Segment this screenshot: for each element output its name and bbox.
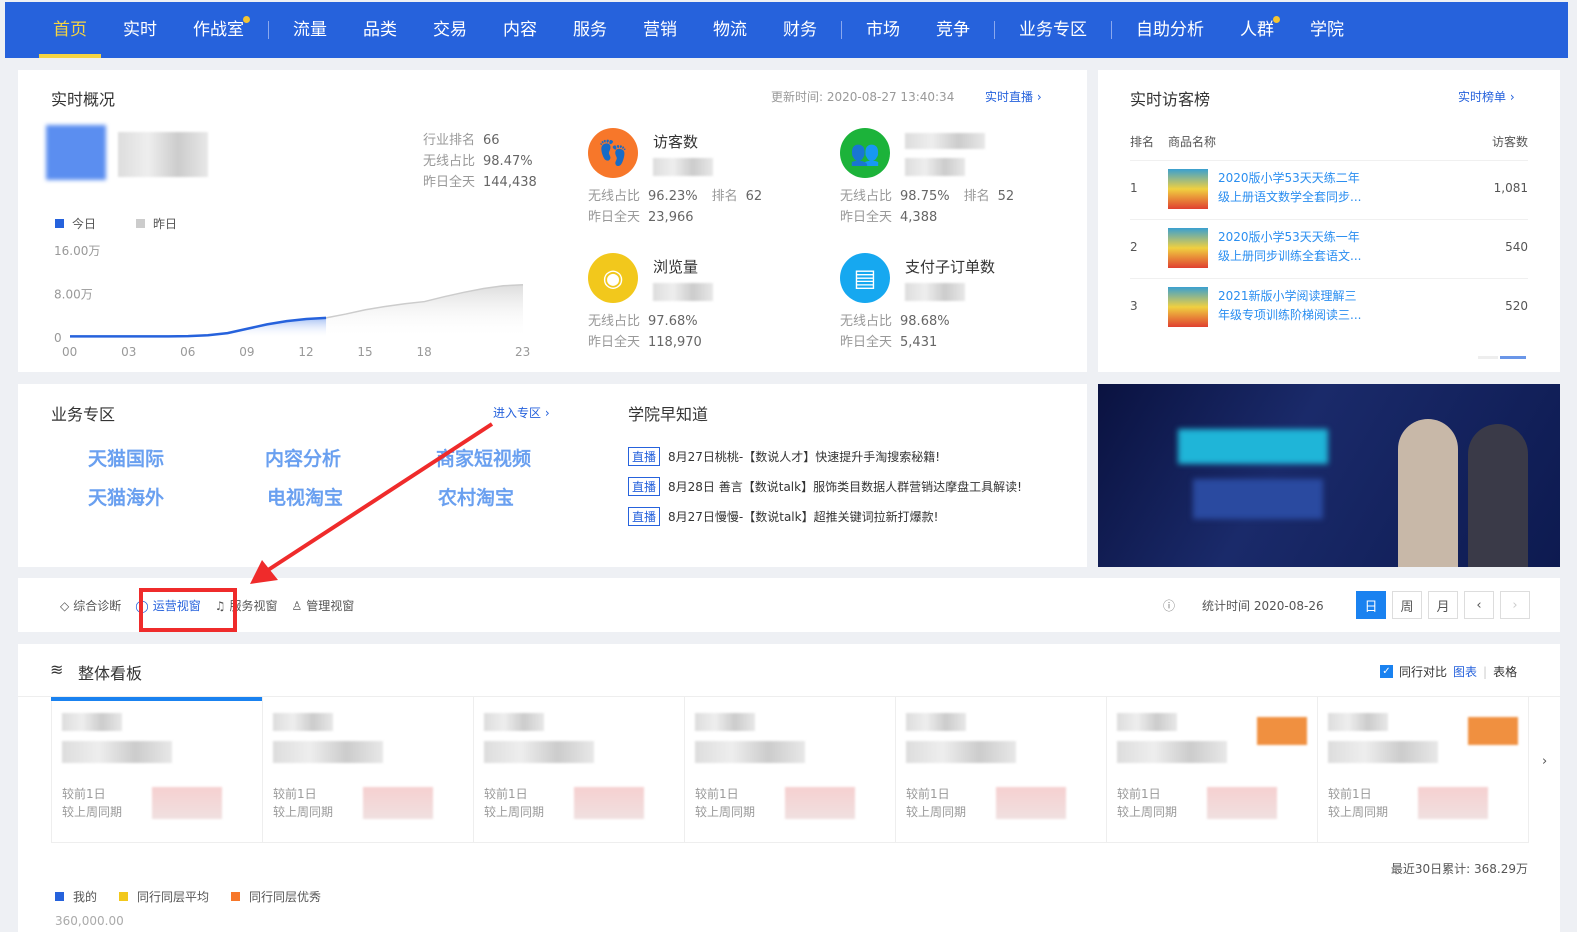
kpi-carousel: 较前1日 较上周同期 较前1日 较上周同期 较前1日 较上周同期 较前1日 较上周同期 … bbox=[51, 697, 1529, 843]
active-kpi-indicator bbox=[51, 697, 262, 701]
compare-label: 同行对比 bbox=[1399, 665, 1448, 679]
board-legend-item: 同行同层平均 bbox=[119, 888, 209, 905]
kpi-cell[interactable]: 较前1日 较上周同期 bbox=[474, 697, 685, 842]
compare-checkbox[interactable]: ✓ bbox=[1380, 665, 1393, 678]
kpi-cell[interactable]: 较前1日 较上周同期 bbox=[1318, 697, 1529, 842]
y-tick: 360,000.00 bbox=[55, 914, 124, 928]
table-view-toggle[interactable]: 表格 bbox=[1493, 663, 1517, 680]
next-arrow-icon[interactable]: › bbox=[1542, 754, 1547, 769]
kpi-cell[interactable]: 较前1日 较上周同期 bbox=[1107, 697, 1318, 842]
kpi-cell[interactable]: 较前1日 较上周同期 bbox=[896, 697, 1107, 842]
card-title: 整体看板 bbox=[78, 664, 143, 683]
total-30d: 最近30日累计: 368.29万 bbox=[1390, 862, 1528, 876]
board-legend-item: 同行同层优秀 bbox=[231, 888, 321, 905]
chart-view-toggle[interactable]: 图表 bbox=[1453, 663, 1477, 680]
board-legend-item: 我的 bbox=[55, 888, 97, 905]
kpi-cell[interactable]: 较前1日 较上周同期 bbox=[52, 697, 263, 842]
overall-board-card: ≋ 整体看板 ✓ 同行对比 图表 | 表格 较前1日 较上周同期 较前1日 较上周同期… bbox=[18, 644, 1560, 932]
kpi-cell[interactable]: 较前1日 较上周同期 bbox=[263, 697, 474, 842]
kpi-cell[interactable]: 较前1日 较上周同期 bbox=[685, 697, 896, 842]
layers-icon: ≋ bbox=[50, 660, 64, 679]
